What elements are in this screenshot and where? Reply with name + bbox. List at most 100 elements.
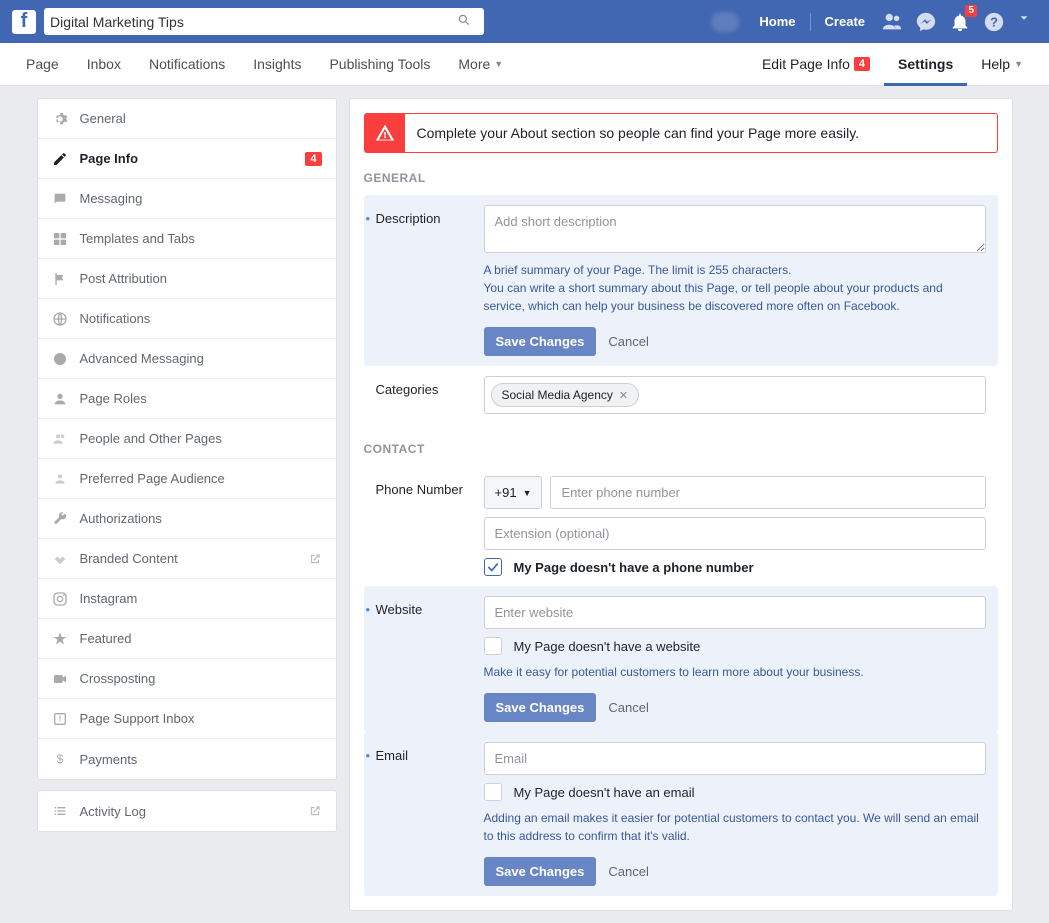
categories-input[interactable]: Social Media Agency ✕ [484,376,986,414]
sidebar-item-post-attribution[interactable]: Post Attribution [38,259,336,299]
people-icon [52,431,68,447]
cancel-button[interactable]: Cancel [608,700,648,715]
no-phone-checkbox[interactable] [484,558,502,576]
nav-inbox[interactable]: Inbox [73,43,135,86]
search-box[interactable] [44,8,484,35]
home-link[interactable]: Home [759,14,795,29]
notification-badge: 5 [965,5,977,17]
sidebar-item-notifications[interactable]: Notifications [38,299,336,339]
speech-bubble-icon [52,191,68,207]
list-icon [52,803,68,819]
sidebar-item-label: Branded Content [80,551,296,566]
video-icon [52,671,68,687]
sidebar-item-branded-content[interactable]: Branded Content [38,539,336,579]
field-label: Website [376,596,470,617]
email-input[interactable] [484,742,986,775]
avatar[interactable] [711,12,739,32]
alert-text: Complete your About section so people ca… [405,114,997,152]
no-website-checkbox[interactable] [484,637,502,655]
sidebar-item-featured[interactable]: Featured [38,619,336,659]
sidebar-item-page-roles[interactable]: Page Roles [38,379,336,419]
chevron-down-icon: ▼ [494,59,503,69]
help-icon[interactable]: ? [983,11,1005,33]
sidebar-item-authorizations[interactable]: Authorizations [38,499,336,539]
checkbox-label: My Page doesn't have an email [514,785,695,800]
sidebar-item-preferred-audience[interactable]: Preferred Page Audience [38,459,336,499]
warning-icon [365,114,405,152]
secondary-nav: Page Inbox Notifications Insights Publis… [0,43,1049,86]
save-button[interactable]: Save Changes [484,857,597,886]
wrench-icon [52,511,68,527]
phone-input[interactable] [550,476,985,509]
external-link-icon [308,552,322,566]
topbar: f Home Create 5 ? [0,0,1049,43]
checkbox-label: My Page doesn't have a website [514,639,701,654]
person-icon [52,391,68,407]
extension-input[interactable] [484,517,986,550]
no-email-checkbox[interactable] [484,783,502,801]
chevron-down-icon: ▼ [1014,59,1023,69]
dropdown-caret-icon[interactable] [1017,11,1031,33]
field-label: Description [376,205,470,226]
search-input[interactable] [50,14,450,30]
checkbox-label: My Page doesn't have a phone number [514,560,754,575]
sidebar-item-instagram[interactable]: Instagram [38,579,336,619]
nav-insights[interactable]: Insights [239,43,315,86]
helper-text: Adding an email makes it easier for pote… [484,809,986,845]
sidebar-item-label: Templates and Tabs [80,231,322,246]
inbox-icon: f [52,711,68,727]
sidebar-item-messaging[interactable]: Messaging [38,179,336,219]
sidebar-item-templates[interactable]: Templates and Tabs [38,219,336,259]
nav-page[interactable]: Page [12,43,73,86]
instagram-icon [52,591,68,607]
description-textarea[interactable] [484,205,986,253]
section-header-contact: CONTACT [364,442,998,456]
sidebar-item-people[interactable]: People and Other Pages [38,419,336,459]
grid-icon [52,231,68,247]
external-link-icon [308,804,322,818]
sidebar-item-label: Page Info [80,151,294,166]
handshake-icon [52,551,68,567]
helper-text: Make it easy for potential customers to … [484,663,986,681]
country-code-select[interactable]: +91 ▼ [484,476,543,509]
alert-banner: Complete your About section so people ca… [364,113,998,153]
field-phone: Phone Number +91 ▼ My Page doesn't have … [364,466,998,586]
sidebar-item-label: Instagram [80,591,322,606]
sidebar-item-payments[interactable]: $ Payments [38,739,336,779]
nav-publishing-tools[interactable]: Publishing Tools [315,43,444,86]
cancel-button[interactable]: Cancel [608,334,648,349]
sidebar-item-activity-log[interactable]: Activity Log [38,791,336,831]
notifications-icon[interactable]: 5 [949,11,971,33]
check-icon [486,560,500,574]
content-panel: Complete your About section so people ca… [349,98,1013,911]
category-chip: Social Media Agency ✕ [491,383,640,407]
messenger-icon[interactable] [915,11,937,33]
sidebar-item-general[interactable]: General [38,99,336,139]
sidebar-item-label: General [80,111,322,126]
save-button[interactable]: Save Changes [484,327,597,356]
nav-more[interactable]: More▼ [444,43,517,86]
facebook-logo[interactable]: f [12,10,36,34]
nav-help[interactable]: Help▼ [967,43,1037,86]
nav-edit-page-info[interactable]: Edit Page Info 4 [748,43,884,86]
section-header-general: GENERAL [364,171,998,185]
field-categories: Categories Social Media Agency ✕ [364,366,998,424]
chevron-down-icon: ▼ [523,488,532,498]
sidebar-item-advanced-messaging[interactable]: Advanced Messaging [38,339,336,379]
cancel-button[interactable]: Cancel [608,864,648,879]
nav-settings[interactable]: Settings [884,43,967,86]
sidebar-item-support-inbox[interactable]: f Page Support Inbox [38,699,336,739]
sidebar-item-page-info[interactable]: Page Info 4 [38,139,336,179]
remove-chip-icon[interactable]: ✕ [619,389,628,402]
nav-notifications[interactable]: Notifications [135,43,239,86]
search-icon[interactable] [450,13,478,30]
website-input[interactable] [484,596,986,629]
sidebar-item-crossposting[interactable]: Crossposting [38,659,336,699]
save-button[interactable]: Save Changes [484,693,597,722]
create-link[interactable]: Create [825,14,865,29]
sidebar-item-label: Featured [80,631,322,646]
pencil-icon [52,151,68,167]
friends-icon[interactable] [881,11,903,33]
svg-text:$: $ [56,752,63,766]
flag-icon [52,271,68,287]
